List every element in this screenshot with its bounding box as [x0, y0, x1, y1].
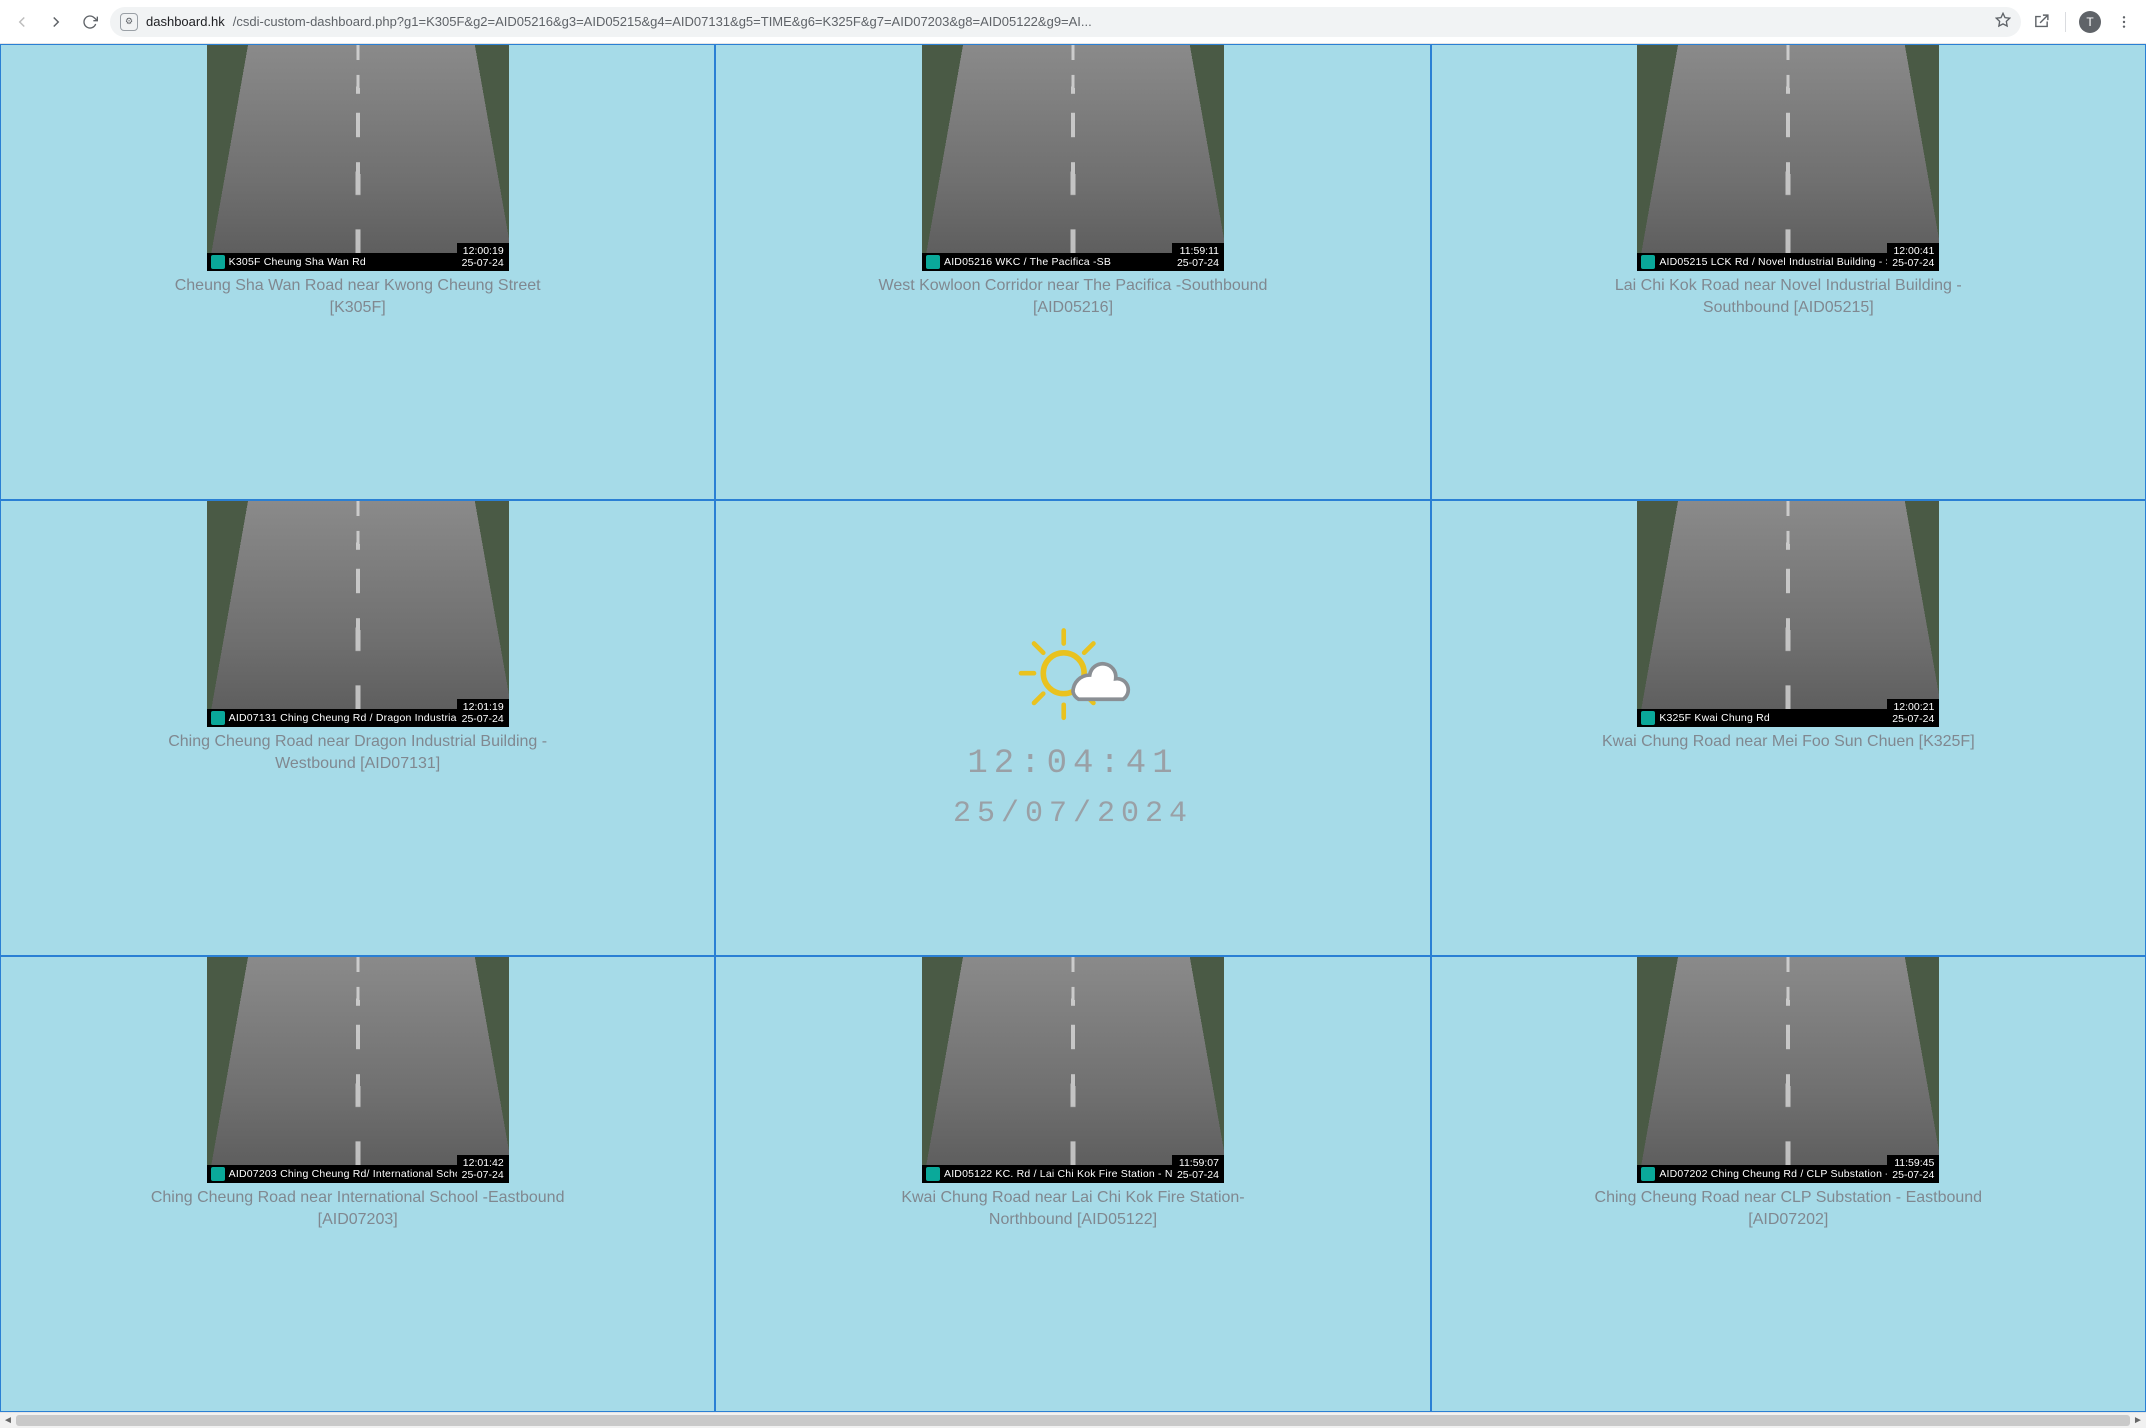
- camera-overlay-text: K305F Cheung Sha Wan Rd: [229, 256, 366, 268]
- td-logo-icon: [1641, 255, 1655, 269]
- bookmark-star-icon[interactable]: [1995, 12, 2011, 31]
- url-path: /csdi-custom-dashboard.php?g1=K305F&g2=A…: [233, 14, 1092, 29]
- camera-timestamp: 12:00:2125-07-24: [1887, 699, 1939, 727]
- forward-button[interactable]: [42, 8, 70, 36]
- camera-image[interactable]: AID05215 LCK Rd / Novel Industrial Build…: [1637, 45, 1939, 271]
- td-logo-icon: [211, 711, 225, 725]
- address-bar[interactable]: ⚙ dashboard.hk/csdi-custom-dashboard.php…: [110, 7, 2021, 37]
- scrollbar-thumb[interactable]: [16, 1415, 2130, 1426]
- camera-cell: AID05215 LCK Rd / Novel Industrial Build…: [1431, 44, 2146, 500]
- url-host: dashboard.hk: [146, 14, 225, 29]
- camera-timestamp: 12:01:1925-07-24: [457, 699, 509, 727]
- camera-grid: K305F Cheung Sha Wan Rd 12:00:1925-07-24…: [0, 44, 2146, 1412]
- camera-caption: Ching Cheung Road near Dragon Industrial…: [148, 731, 568, 774]
- camera-caption: Kwai Chung Road near Mei Foo Sun Chuen […: [1602, 731, 1975, 753]
- horizontal-scrollbar[interactable]: ◄ ►: [0, 1412, 2146, 1428]
- reload-button[interactable]: [76, 8, 104, 36]
- camera-image[interactable]: AID05216 WKC / The Pacifica -SB 11:59:11…: [922, 45, 1224, 271]
- weather-sunny-interval-icon: [1008, 621, 1138, 731]
- browser-toolbar: ⚙ dashboard.hk/csdi-custom-dashboard.php…: [0, 0, 2146, 44]
- camera-timestamp: 12:00:4125-07-24: [1887, 243, 1939, 271]
- camera-overlay-text: AID05215 LCK Rd / Novel Industrial Build…: [1659, 256, 1900, 268]
- camera-cell: K305F Cheung Sha Wan Rd 12:00:1925-07-24…: [0, 44, 715, 500]
- td-logo-icon: [1641, 1167, 1655, 1181]
- camera-overlay-text: AID05122 KC. Rd / Lai Chi Kok Fire Stati…: [944, 1168, 1180, 1180]
- td-logo-icon: [926, 255, 940, 269]
- camera-cell: AID05216 WKC / The Pacifica -SB 11:59:11…: [715, 44, 1430, 500]
- camera-caption: Cheung Sha Wan Road near Kwong Cheung St…: [148, 275, 568, 318]
- camera-timestamp: 12:01:4225-07-24: [457, 1155, 509, 1183]
- camera-timestamp: 11:59:4525-07-24: [1887, 1155, 1939, 1183]
- camera-timestamp: 11:59:0725-07-24: [1172, 1155, 1224, 1183]
- camera-overlay-text: AID07131 Ching Cheung Rd / Dragon Indust…: [229, 712, 484, 724]
- camera-caption: West Kowloon Corridor near The Pacifica …: [863, 275, 1283, 318]
- camera-image[interactable]: K305F Cheung Sha Wan Rd 12:00:1925-07-24: [207, 45, 509, 271]
- scroll-right-arrow-icon[interactable]: ►: [2130, 1413, 2146, 1428]
- camera-timestamp: 11:59:1125-07-24: [1172, 243, 1224, 271]
- profile-avatar[interactable]: T: [2076, 8, 2104, 36]
- toolbar-separator: [2065, 12, 2066, 32]
- clock-time: 12:04:41: [967, 745, 1178, 783]
- camera-image[interactable]: AID07203 Ching Cheung Rd/ International …: [207, 957, 509, 1183]
- extensions-icon[interactable]: [2027, 8, 2055, 36]
- camera-caption: Kwai Chung Road near Lai Chi Kok Fire St…: [863, 1187, 1283, 1230]
- camera-image[interactable]: AID07131 Ching Cheung Rd / Dragon Indust…: [207, 501, 509, 727]
- camera-timestamp: 12:00:1925-07-24: [457, 243, 509, 271]
- camera-cell: AID07131 Ching Cheung Rd / Dragon Indust…: [0, 500, 715, 956]
- td-logo-icon: [211, 1167, 225, 1181]
- td-logo-icon: [211, 255, 225, 269]
- camera-overlay-text: AID07203 Ching Cheung Rd/ International …: [229, 1168, 491, 1180]
- scroll-left-arrow-icon[interactable]: ◄: [0, 1413, 16, 1428]
- camera-image[interactable]: K325F Kwai Chung Rd 12:00:2125-07-24: [1637, 501, 1939, 727]
- time-weather-cell: 12:04:41 25/07/2024: [715, 500, 1430, 956]
- camera-overlay-text: AID07202 Ching Cheung Rd / CLP Substatio…: [1659, 1168, 1903, 1180]
- camera-cell: AID05122 KC. Rd / Lai Chi Kok Fire Stati…: [715, 956, 1430, 1412]
- camera-caption: Ching Cheung Road near CLP Substation - …: [1578, 1187, 1998, 1230]
- camera-overlay-text: AID05216 WKC / The Pacifica -SB: [944, 256, 1111, 268]
- camera-image[interactable]: AID07202 Ching Cheung Rd / CLP Substatio…: [1637, 957, 1939, 1183]
- camera-overlay-text: K325F Kwai Chung Rd: [1659, 712, 1770, 724]
- td-logo-icon: [1641, 711, 1655, 725]
- avatar-initial: T: [2079, 11, 2101, 33]
- camera-cell: K325F Kwai Chung Rd 12:00:2125-07-24 Kwa…: [1431, 500, 2146, 956]
- back-button[interactable]: [8, 8, 36, 36]
- kebab-menu-icon[interactable]: [2110, 8, 2138, 36]
- camera-cell: AID07203 Ching Cheung Rd/ International …: [0, 956, 715, 1412]
- camera-caption: Lai Chi Kok Road near Novel Industrial B…: [1578, 275, 1998, 318]
- camera-cell: AID07202 Ching Cheung Rd / CLP Substatio…: [1431, 956, 2146, 1412]
- clock-date: 25/07/2024: [953, 797, 1193, 831]
- camera-image[interactable]: AID05122 KC. Rd / Lai Chi Kok Fire Stati…: [922, 957, 1224, 1183]
- page-content: K305F Cheung Sha Wan Rd 12:00:1925-07-24…: [0, 44, 2146, 1412]
- td-logo-icon: [926, 1167, 940, 1181]
- site-settings-icon[interactable]: ⚙: [120, 13, 138, 31]
- camera-caption: Ching Cheung Road near International Sch…: [148, 1187, 568, 1230]
